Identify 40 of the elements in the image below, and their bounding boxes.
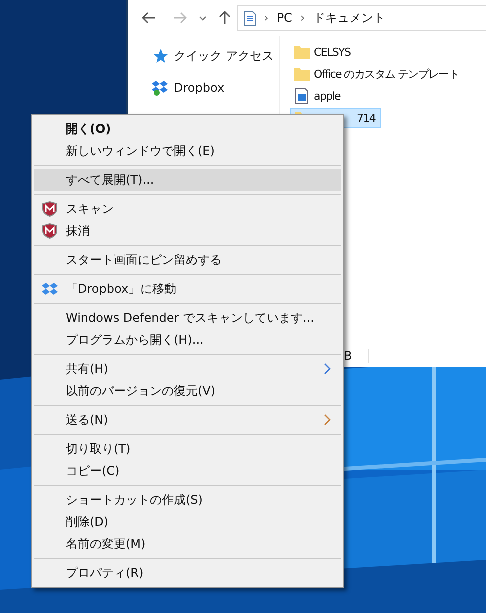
menu-item[interactable]: コピー(C)	[34, 460, 341, 482]
dropbox-icon	[152, 80, 168, 96]
menu-item[interactable]: ショートカットの作成(S)	[34, 489, 341, 511]
file-item[interactable]: CELSYS	[290, 42, 355, 62]
menu-item[interactable]: 名前の変更(M)	[34, 533, 341, 555]
menu-item[interactable]: 開く(O)	[34, 118, 341, 140]
breadcrumb[interactable]: ドキュメント	[313, 10, 386, 26]
menu-item[interactable]: 抹消	[34, 220, 341, 242]
star-icon	[152, 48, 168, 64]
address-bar[interactable]: › PC › ドキュメント	[237, 5, 486, 31]
caret-icon[interactable]	[199, 16, 207, 20]
dropbox-icon	[42, 281, 58, 297]
nav-item[interactable]: Dropbox	[152, 78, 279, 98]
menu-item[interactable]: 以前のバージョンの復元(V)	[34, 380, 341, 402]
nav-item[interactable]: クイック アクセス	[152, 46, 279, 66]
menu-item[interactable]: スタート画面にピン留めする	[34, 249, 341, 271]
chevron-icon: ›	[264, 11, 269, 25]
menu-item[interactable]: 削除(D)	[34, 511, 341, 533]
file-item[interactable]: Office のカスタム テンプレート	[290, 64, 464, 84]
up-icon[interactable]	[219, 11, 231, 25]
status-text: B	[344, 349, 352, 363]
menu-item[interactable]: 新しいウィンドウで開く(E)	[34, 140, 341, 162]
folder-icon	[294, 44, 310, 60]
image-file-icon	[294, 88, 310, 104]
menu-item[interactable]: 送る(N)	[34, 409, 341, 431]
shield-icon	[42, 201, 58, 217]
breadcrumb[interactable]: PC	[276, 11, 292, 25]
back-icon[interactable]	[142, 12, 156, 24]
menu-item[interactable]: Windows Defender でスキャンしています...	[34, 307, 341, 329]
menu-item[interactable]: すべて展開(T)...	[34, 169, 341, 191]
file-item[interactable]: apple	[290, 86, 345, 106]
menu-item[interactable]: 切り取り(T)	[34, 438, 341, 460]
menu-item[interactable]: 「Dropbox」に移動	[34, 278, 341, 300]
chevron-icon: ›	[300, 11, 306, 25]
document-icon	[244, 10, 256, 26]
menu-item[interactable]: プログラムから開く(H)...	[34, 329, 341, 351]
folder-icon	[294, 66, 310, 82]
menu-item[interactable]: スキャン	[34, 198, 341, 220]
menu-item[interactable]: 共有(H)	[34, 358, 341, 380]
shield-icon	[42, 223, 58, 239]
